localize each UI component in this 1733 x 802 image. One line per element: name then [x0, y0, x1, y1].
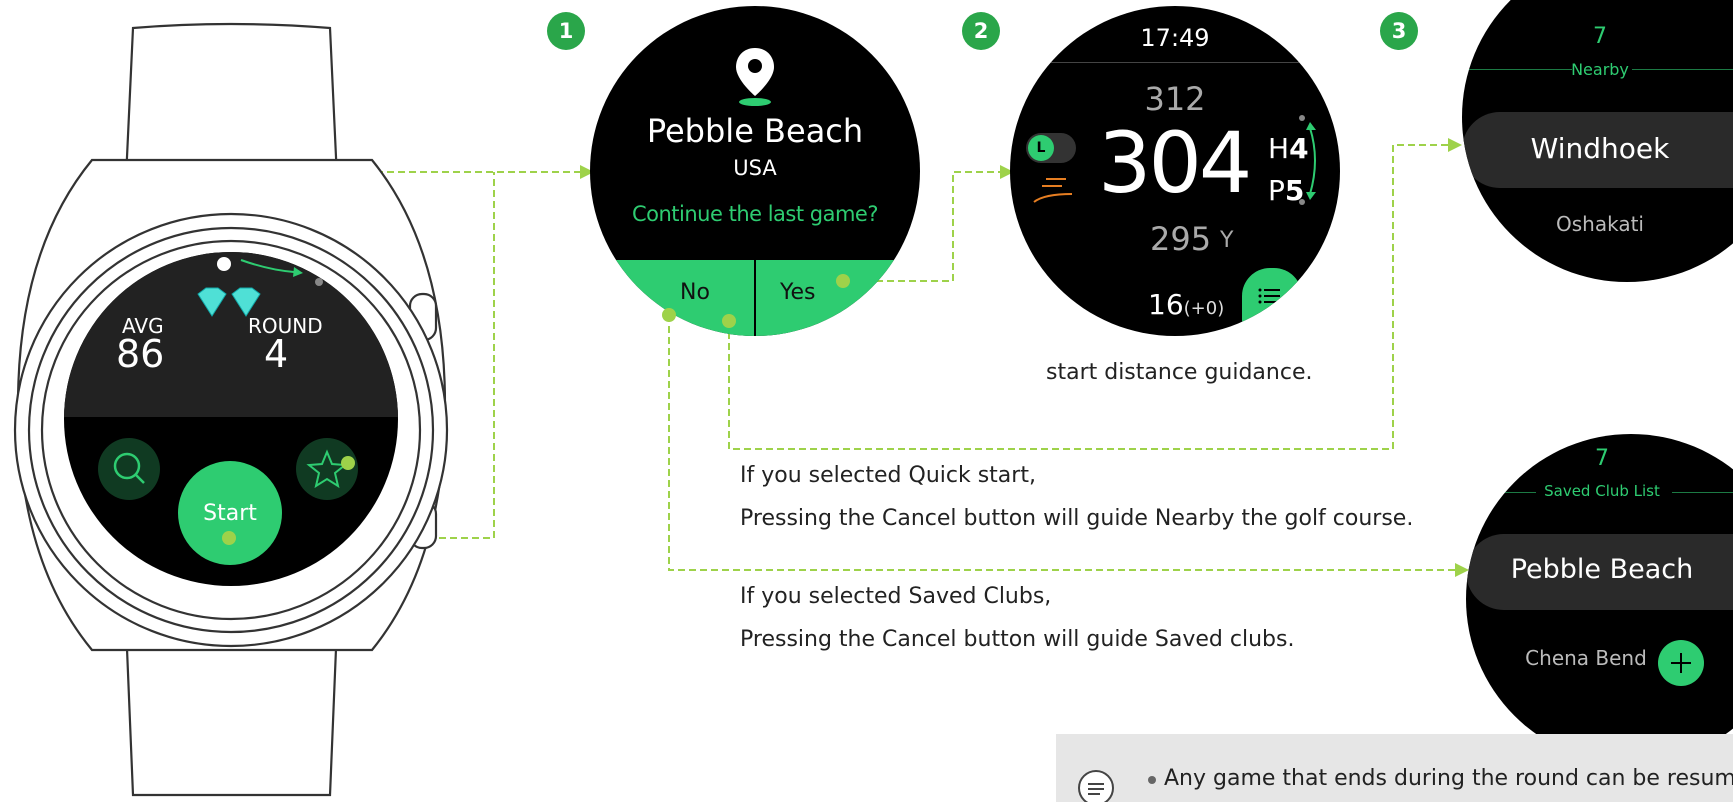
saved-clubs-desc-1: If you selected Saved Clubs, [740, 584, 1052, 609]
main-distance: 304 [1098, 114, 1252, 212]
score-value: 16 [1148, 288, 1184, 321]
step-1-screen: Pebble Beach USA Continue the last game?… [590, 6, 920, 336]
quick-start-desc-1: If you selected Quick start, [740, 463, 1036, 488]
saved-selected-item[interactable]: Pebble Beach [1466, 534, 1733, 610]
score-info: 16(+0) [1148, 288, 1224, 321]
note-box: Any game that ends during the round can … [1056, 734, 1733, 802]
note-text: Any game that ends during the round can … [1164, 766, 1733, 791]
saved-clubs-desc-2: Pressing the Cancel button will guide Sa… [740, 627, 1295, 652]
course-country: USA [733, 156, 777, 180]
front-distance: 295 [1150, 220, 1212, 258]
header-divider [1010, 62, 1340, 63]
page-indicator-dot [217, 257, 231, 271]
yes-label: Yes [780, 280, 816, 305]
nearby-count: 7 [1593, 24, 1607, 49]
yes-button[interactable]: Yes [756, 260, 920, 336]
score-delta: (+0) [1183, 298, 1225, 319]
no-connector-dot-left [662, 308, 676, 322]
note-bullet [1148, 776, 1156, 784]
add-club-button[interactable] [1658, 640, 1704, 686]
nearby-selected-label: Windhoek [1530, 132, 1670, 165]
yes-connector-dot [836, 274, 850, 288]
location-pin-icon [736, 48, 774, 106]
nearby-selected-item[interactable]: Windhoek [1462, 112, 1733, 188]
step-2-caption: start distance guidance. [1046, 360, 1313, 385]
round-value: 4 [264, 332, 289, 376]
hole-prefix: H [1268, 132, 1290, 165]
swipe-arrow-icon [240, 259, 323, 286]
back-distance: 312 [1144, 80, 1206, 118]
quick-start-desc-2: Pressing the Cancel button will guide Ne… [740, 506, 1414, 531]
search-icon [113, 452, 145, 484]
no-connector-dot-right [722, 314, 736, 328]
start-label: Start [203, 500, 257, 526]
lr-toggle-knob: L [1028, 135, 1054, 161]
plus-icon [1671, 653, 1691, 673]
distance-unit: Y [1220, 228, 1234, 253]
favorites-connector-dot [341, 456, 355, 470]
hazard-icon [1033, 178, 1073, 203]
saved-selected-label: Pebble Beach [1510, 554, 1694, 585]
saved-title: Saved Club List [1544, 482, 1660, 500]
par-prefix: P [1268, 174, 1285, 207]
nearby-next-item[interactable]: Oshakati [1462, 212, 1733, 236]
step-1-badge: 1 [547, 12, 585, 50]
step-3-badge: 3 [1380, 12, 1418, 50]
step-2-screen: 17:49 312 304 H4 P5 295 Y L 16(+0) [1010, 6, 1340, 336]
step-2-badge: 2 [962, 12, 1000, 50]
green-lr-toggle[interactable]: L [1026, 133, 1076, 163]
clock-time: 17:49 [1140, 24, 1210, 52]
nearby-divider-right [1632, 69, 1733, 70]
start-connector-dot [222, 531, 236, 545]
continue-prompt: Continue the last game? [631, 202, 879, 226]
list-icon [1258, 288, 1280, 304]
saved-count: 7 [1595, 446, 1609, 471]
note-icon [1078, 770, 1114, 802]
search-button[interactable] [98, 438, 160, 500]
avg-value: 86 [116, 332, 165, 376]
start-button[interactable]: Start [178, 461, 282, 565]
menu-button[interactable] [1242, 268, 1302, 324]
saved-divider-right [1672, 492, 1733, 493]
no-label: No [680, 280, 710, 305]
hole-scroll-indicator[interactable] [1296, 114, 1326, 208]
course-name: Pebble Beach [646, 112, 864, 150]
